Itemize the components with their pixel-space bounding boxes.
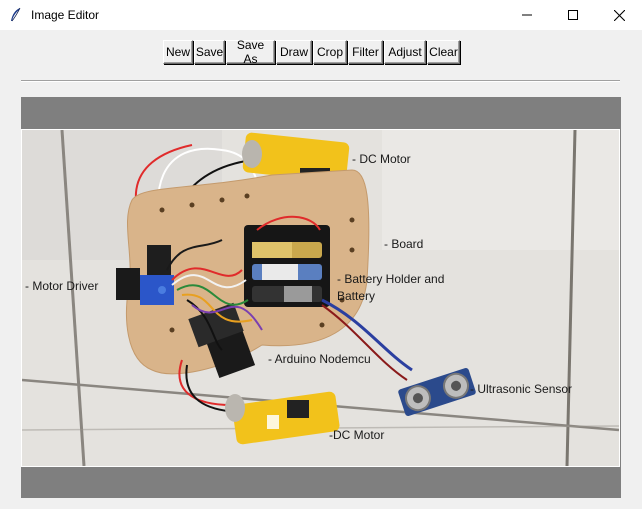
title-bar: Image Editor [0,0,642,30]
image-canvas[interactable]: - DC Motor - Board - Battery Holder and … [21,97,621,498]
label-ultrasonic-sensor: - Ultrasonic Sensor [470,382,573,396]
minimize-button[interactable] [504,0,550,30]
close-icon [613,9,625,21]
new-button[interactable]: New [163,40,193,64]
window-title: Image Editor [31,8,100,22]
separator [21,80,620,82]
close-button[interactable] [596,0,642,30]
save-button[interactable]: Save [194,40,225,64]
draw-button[interactable]: Draw [276,40,312,64]
clear-button[interactable]: Clear [427,40,460,64]
label-motor-driver: - Motor Driver [25,279,99,293]
label-battery-holder: - Battery Holder and [337,272,445,286]
maximize-icon [568,10,578,20]
adjust-button[interactable]: Adjust [384,40,426,64]
minimize-icon [522,14,532,16]
save-as-button[interactable]: Save As [226,38,275,66]
maximize-button[interactable] [550,0,596,30]
label-battery: Battery [337,289,376,303]
toolbar: New Save Save As Draw Crop Filter Adjust… [163,38,461,66]
filter-button[interactable]: Filter [348,40,383,64]
photo: - DC Motor - Board - Battery Holder and … [21,129,620,467]
feather-icon [11,7,21,22]
label-dc-motor-top: - DC Motor [352,152,411,166]
crop-button[interactable]: Crop [313,40,347,64]
label-board: - Board [384,237,424,251]
robot-car-photo [22,130,619,466]
label-arduino: - Arduino Nodemcu [268,352,371,366]
label-dc-motor-bottom: -DC Motor [329,428,385,442]
